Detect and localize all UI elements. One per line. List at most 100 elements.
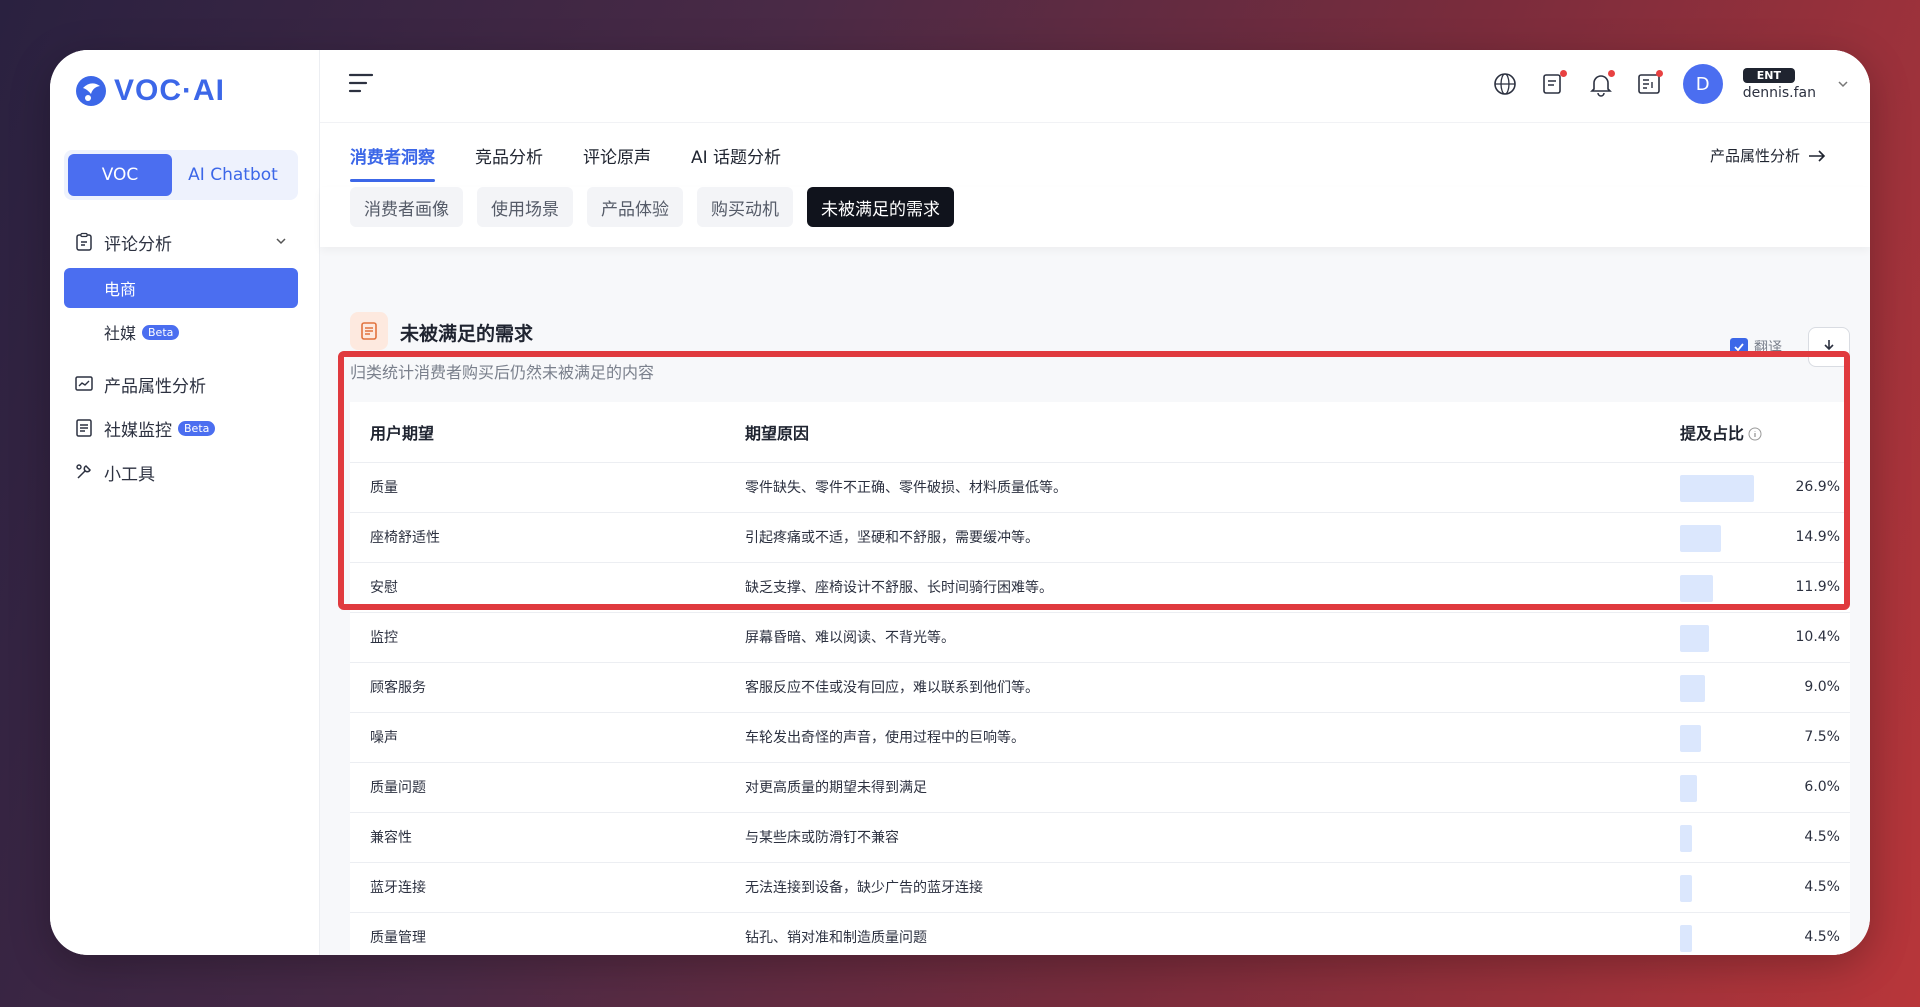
sidebar-nav: 评论分析 电商 社媒 Beta 产品属性分析 社媒监控 Beta 小工具 xyxy=(64,220,298,494)
avatar[interactable]: D xyxy=(1682,64,1723,104)
subtab-unmet-needs[interactable]: 未被满足的需求 xyxy=(807,187,954,227)
mode-chatbot-button[interactable]: AI Chatbot xyxy=(172,154,294,196)
card-header: 未被满足的需求 归类统计消费者购买后仍然未被满足的内容 翻译 xyxy=(350,312,1850,402)
table-row[interactable]: 监控 屏幕昏暗、难以阅读、不背光等。 10.4% xyxy=(350,612,1850,663)
sidebar-item-tools[interactable]: 小工具 xyxy=(64,450,298,494)
chart-board-icon xyxy=(75,376,93,391)
share-bar xyxy=(1680,524,1721,552)
sidebar: VOC·AI VOC AI Chatbot 评论分析 电商 社媒 Beta 产品… xyxy=(50,50,320,955)
username: dennis.fan xyxy=(1742,84,1816,101)
share-bar xyxy=(1680,574,1713,602)
table-row[interactable]: 顾客服务 客服反应不佳或没有回应，难以联系到他们等。 9.0% xyxy=(350,662,1850,713)
notification-dot xyxy=(1655,70,1663,77)
cell-share: 4.5% xyxy=(1660,912,1850,955)
cell-reason: 引起疼痛或不适，坚硬和不舒服，需要缓冲等。 xyxy=(725,512,1660,563)
share-header-label: 提及占比 xyxy=(1680,423,1745,443)
cell-share: 4.5% xyxy=(1660,862,1850,913)
column-header-expectation[interactable]: 用户期望 xyxy=(350,402,725,463)
share-value: 4.5% xyxy=(1804,928,1840,945)
cell-reason: 屏幕昏暗、难以阅读、不背光等。 xyxy=(725,612,1660,663)
share-value: 10.4% xyxy=(1795,628,1840,645)
table-row[interactable]: 质量问题 对更高质量的期望未得到满足 6.0% xyxy=(350,762,1850,813)
share-value: 26.9% xyxy=(1795,478,1840,495)
menu-icon[interactable] xyxy=(348,72,374,94)
share-value: 9.0% xyxy=(1804,678,1840,695)
tab-consumer-insight[interactable]: 消费者洞察 xyxy=(350,143,435,182)
subtab-persona[interactable]: 消费者画像 xyxy=(350,187,463,227)
tab-ai-topic[interactable]: AI 话题分析 xyxy=(691,143,781,182)
bell-icon[interactable] xyxy=(1587,70,1615,98)
cell-expectation: 质量管理 xyxy=(350,912,725,955)
sidebar-item-ecommerce[interactable]: 电商 xyxy=(64,268,298,308)
card-title: 未被满足的需求 xyxy=(400,323,534,345)
beta-badge: Beta xyxy=(142,324,180,340)
table-row[interactable]: 质量管理 钻孔、销对准和制造质量问题 4.5% xyxy=(350,912,1850,955)
logo-icon xyxy=(76,76,106,106)
table-row[interactable]: 蓝牙连接 无法连接到设备，缺少广告的蓝牙连接 4.5% xyxy=(350,862,1850,913)
tab-competitor-analysis[interactable]: 竞品分析 xyxy=(475,143,543,182)
chevron-down-icon[interactable] xyxy=(1836,77,1850,91)
table-row[interactable]: 噪声 车轮发出奇怪的声音，使用过程中的巨响等。 7.5% xyxy=(350,712,1850,763)
logo-text: VOC·AI xyxy=(114,74,225,107)
sidebar-item-product-attr[interactable]: 产品属性分析 xyxy=(64,362,298,406)
chevron-down-icon[interactable] xyxy=(274,234,288,248)
share-bar xyxy=(1680,774,1697,802)
subtab-scenario[interactable]: 使用场景 xyxy=(477,187,573,227)
table-row[interactable]: 安慰 缺乏支撑、座椅设计不舒服、长时间骑行困难等。 11.9% xyxy=(350,562,1850,613)
cell-share: 14.9% xyxy=(1660,512,1850,563)
share-value: 7.5% xyxy=(1804,728,1840,745)
mode-voc-button[interactable]: VOC xyxy=(68,154,172,196)
app-window: VOC·AI VOC AI Chatbot 评论分析 电商 社媒 Beta 产品… xyxy=(50,50,1870,955)
cell-share: 11.9% xyxy=(1660,562,1850,613)
cell-reason: 零件缺失、零件不正确、零件破损、材料质量低等。 xyxy=(725,462,1660,513)
translate-label: 翻译 xyxy=(1754,340,1782,356)
share-bar xyxy=(1680,674,1705,702)
attr-link-label: 产品属性分析 xyxy=(1709,147,1800,165)
share-value: 4.5% xyxy=(1804,828,1840,845)
cell-expectation: 座椅舒适性 xyxy=(350,512,725,563)
share-value: 6.0% xyxy=(1804,778,1840,795)
translate-toggle[interactable]: 翻译 xyxy=(1730,337,1782,357)
user-info[interactable]: ENT dennis.fan xyxy=(1742,67,1816,101)
table-row[interactable]: 兼容性 与某些床或防滑钉不兼容 4.5% xyxy=(350,812,1850,863)
table-header-row: 用户期望 期望原因 提及占比 xyxy=(350,402,1850,463)
sidebar-item-review-analysis[interactable]: 评论分析 xyxy=(64,220,298,264)
table-body: 质量 零件缺失、零件不正确、零件破损、材料质量低等。 26.9% 座椅舒适性 引起疼痛或… xyxy=(350,462,1850,955)
table-row[interactable]: 质量 零件缺失、零件不正确、零件破损、材料质量低等。 26.9% xyxy=(350,462,1850,513)
subtab-motivation[interactable]: 购买动机 xyxy=(697,187,793,227)
share-bar xyxy=(1680,474,1754,502)
column-header-reason[interactable]: 期望原因 xyxy=(725,402,1660,463)
cell-expectation: 质量 xyxy=(350,462,725,513)
translate-checkbox[interactable] xyxy=(1730,338,1748,356)
cell-expectation: 蓝牙连接 xyxy=(350,862,725,913)
report-icon[interactable] xyxy=(1635,70,1663,98)
beta-badge: Beta xyxy=(178,420,216,436)
logo[interactable]: VOC·AI xyxy=(74,74,225,108)
share-bar xyxy=(1680,924,1692,952)
top-bar: D ENT dennis.fan xyxy=(320,50,1870,122)
subtab-experience[interactable]: 产品体验 xyxy=(587,187,683,227)
product-attr-link[interactable]: 产品属性分析 xyxy=(1710,145,1826,166)
arrow-right-icon xyxy=(1809,149,1826,162)
tab-review-voice[interactable]: 评论原声 xyxy=(583,143,651,182)
share-bar xyxy=(1680,824,1692,852)
sidebar-item-social[interactable]: 社媒 Beta xyxy=(64,312,298,352)
mode-switch: VOC AI Chatbot xyxy=(64,150,298,200)
sub-tabs: 消费者画像 使用场景 产品体验 购买动机 未被满足的需求 xyxy=(350,187,954,227)
sidebar-item-label: 社媒监控 xyxy=(104,420,172,441)
share-value: 14.9% xyxy=(1795,528,1840,545)
edit-note-icon[interactable] xyxy=(1539,70,1567,98)
table-row[interactable]: 座椅舒适性 引起疼痛或不适，坚硬和不舒服，需要缓冲等。 14.9% xyxy=(350,512,1850,563)
cell-expectation: 兼容性 xyxy=(350,812,725,863)
tabs-bar: 消费者洞察 竞品分析 评论原声 AI 话题分析 产品属性分析 xyxy=(320,122,1870,187)
sidebar-item-label: 评论分析 xyxy=(104,234,172,255)
globe-icon[interactable] xyxy=(1491,70,1519,98)
notification-dot xyxy=(1559,70,1567,77)
sidebar-item-social-monitor[interactable]: 社媒监控 Beta xyxy=(64,406,298,450)
tools-icon xyxy=(76,464,91,479)
column-header-share[interactable]: 提及占比 xyxy=(1660,402,1850,463)
cell-reason: 缺乏支撑、座椅设计不舒服、长时间骑行困难等。 xyxy=(725,562,1660,613)
download-button[interactable] xyxy=(1808,327,1850,367)
info-icon[interactable] xyxy=(1748,427,1762,441)
cell-share: 9.0% xyxy=(1660,662,1850,713)
